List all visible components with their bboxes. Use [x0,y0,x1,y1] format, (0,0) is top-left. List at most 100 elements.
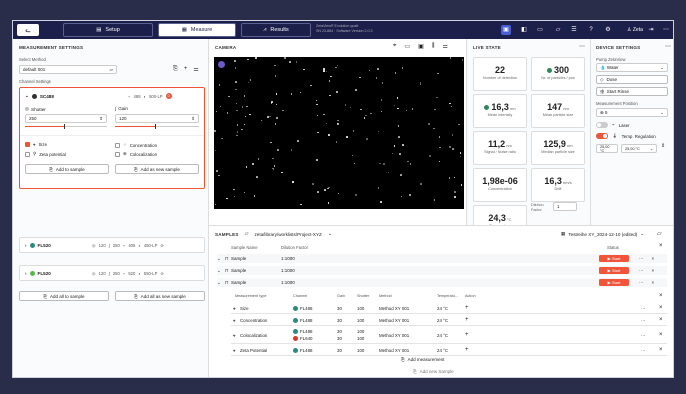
add-new-sample-button[interactable]: ⎘ Add new Sample [413,369,454,374]
more-icon[interactable]: ⋯ [665,43,671,50]
help-icon[interactable]: ? [586,25,596,35]
more-icon[interactable]: ⋯ [641,348,645,354]
channel-card-fl520-a[interactable]: › FL520 ◎ 120 ∫ 250 ⌁ 405 ◐ 450-LP ⊘ [19,237,205,253]
add-icon[interactable]: + [465,305,469,311]
tab-results[interactable]: ⩘ Results [241,23,311,37]
worklist-path[interactable]: zeta/library/worklists/Project-XYZ [254,232,321,237]
start-button[interactable]: ▶ Start [599,279,629,286]
checkbox[interactable] [25,151,30,157]
chevron-down-icon[interactable]: ⌄ [217,280,225,286]
chevron-right-icon[interactable]: › [25,271,27,276]
settings-icon[interactable]: ⚙ [603,25,613,35]
close-icon[interactable]: × [652,256,655,261]
snapshot-icon[interactable]: ▣ [418,43,424,50]
add-to-sample-button[interactable]: ⎘ Add to sample [25,164,109,174]
save-icon[interactable]: ⎘ [173,66,178,73]
option-concentration[interactable]: ⁘ Concentration [115,142,157,148]
more-icon[interactable]: ⋯ [639,280,644,286]
more-icon[interactable]: ⋯ [641,333,645,339]
chevron-down-icon[interactable]: ⌄ [328,231,332,237]
add-icon[interactable]: + [184,66,188,73]
more-icon[interactable]: ⋯ [639,268,644,274]
folder-open-icon[interactable]: ▱ [657,230,662,237]
particle-dot [353,162,356,165]
tab-measure[interactable]: ▦ Measure [158,23,236,37]
option-size[interactable]: ⌖ Size [25,142,47,147]
camera-settings-icon[interactable]: ⚌ [443,43,448,50]
sample-row[interactable]: ⌄ ⊓ Sample 1:1000 ▶ Start ⋯ × [217,254,667,263]
pump-label: Pump ZetaView [596,57,626,62]
chevron-down-icon[interactable]: ⌄ [217,256,225,262]
dose-button[interactable]: ◇ Dose [596,75,668,84]
stepper-icon[interactable]: ⇕ [661,143,665,149]
method-select[interactable]: default 001 ▱ [19,65,117,74]
close-icon[interactable]: × [659,293,663,299]
close-icon[interactable]: × [659,305,663,311]
worklist-name[interactable]: Testreihe XY_2024-12-10 (edited) [568,232,637,237]
more-icon[interactable]: ⋯ [661,25,671,35]
add-as-new-sample-button[interactable]: ⎘ Add as new sample [115,164,199,174]
shutter-slider[interactable] [25,124,107,129]
close-icon[interactable]: × [659,317,663,323]
more-icon[interactable]: ⋯ [641,306,645,312]
option-zeta[interactable]: ⚲ Zeta potential [25,151,66,157]
chevron-right-icon[interactable]: › [25,243,27,248]
value-text: 1,98e-06 [482,176,518,186]
temp-target-input[interactable]: 25,00 °C ⌄ [621,144,657,153]
chevron-down-icon[interactable]: ⌄ [25,93,29,99]
temp-regulation-toggle[interactable] [596,133,608,139]
add-icon[interactable]: + [465,347,469,353]
more-icon[interactable]: ⋯ [639,256,644,262]
start-button[interactable]: ▶ Start [599,255,629,262]
close-icon[interactable]: × [659,243,663,249]
checkbox[interactable] [115,151,120,157]
more-icon[interactable]: ⋯ [641,318,645,324]
layout-icon[interactable]: ▣ [501,25,511,35]
crosshair-icon[interactable]: ⌖ [393,43,396,50]
laser-toggle[interactable] [596,122,608,128]
user-menu[interactable]: ♙ Zeta [627,25,643,35]
chevron-down-icon[interactable]: ⌄ [217,268,225,274]
close-icon[interactable]: × [659,332,663,338]
histogram-icon[interactable]: ⫼ [432,43,435,50]
start-button[interactable]: ▶ Start [599,267,629,274]
camera-layout-icon[interactable]: ◧ [519,25,529,35]
checkbox-checked[interactable] [25,142,30,147]
add-icon[interactable]: + [465,317,469,323]
close-icon[interactable]: × [652,280,655,285]
visibility-off-icon[interactable]: ⊘ [160,271,164,276]
particle-dot [449,102,451,105]
chevron-down-icon[interactable]: ⌄ [640,231,644,237]
camera-view[interactable] [214,57,464,209]
add-measurement-button[interactable]: ⎘ Add measurement [401,357,444,362]
particle-dot [325,70,328,73]
shutter-input[interactable]: 250 ⇕ [25,114,107,123]
more-icon[interactable]: ⋯ [579,43,585,50]
record-icon[interactable]: ▭ [404,43,410,50]
close-icon[interactable]: × [652,268,655,273]
pump-select[interactable]: 💧 Water ⌄ [596,63,668,72]
tab-setup[interactable]: ▤ Setup [63,23,153,37]
folder-icon[interactable]: ▱ [553,25,563,35]
option-colocalization[interactable]: ⊛ Colocalization [115,151,157,157]
stepper-icon[interactable]: ⇕ [191,116,195,122]
checkbox[interactable] [115,142,120,148]
channel-card-fl520-b[interactable]: › FL520 ◎ 120 ∫ 250 ⌁ 520 ◐ 550-LP ⊘ [19,265,205,281]
add-all-to-sample-button[interactable]: ⎘ Add all to sample [19,291,109,301]
sliders-icon[interactable]: ⚌ [193,66,198,73]
stepper-icon[interactable]: ⇕ [99,116,103,122]
list-icon[interactable]: ☰ [569,25,579,35]
window-icon[interactable]: ▭ [535,25,545,35]
sample-row[interactable]: ⌄ ⊓ Sample 1:1000 ▶ Start ⋯ × [217,266,667,275]
add-icon[interactable]: + [465,332,469,338]
start-rinse-button[interactable]: ⇶ Start Rinse [596,87,668,96]
visibility-off-icon[interactable]: ⊘ [160,243,164,248]
sample-row[interactable]: ⌄ ⊓ Sample 1:1000 ▶ Start ⋯ × [217,278,667,287]
position-select[interactable]: ⊕ 5 ⌄ [596,108,668,117]
add-all-as-new-sample-button[interactable]: ⎘ Add all as new sample [115,291,205,301]
gain-slider[interactable] [115,124,199,129]
logout-icon[interactable]: ⇥ [646,25,656,35]
dilution-input[interactable]: 1 [553,202,577,211]
close-icon[interactable]: × [659,347,663,353]
gain-input[interactable]: 120 ⇕ [115,114,199,123]
